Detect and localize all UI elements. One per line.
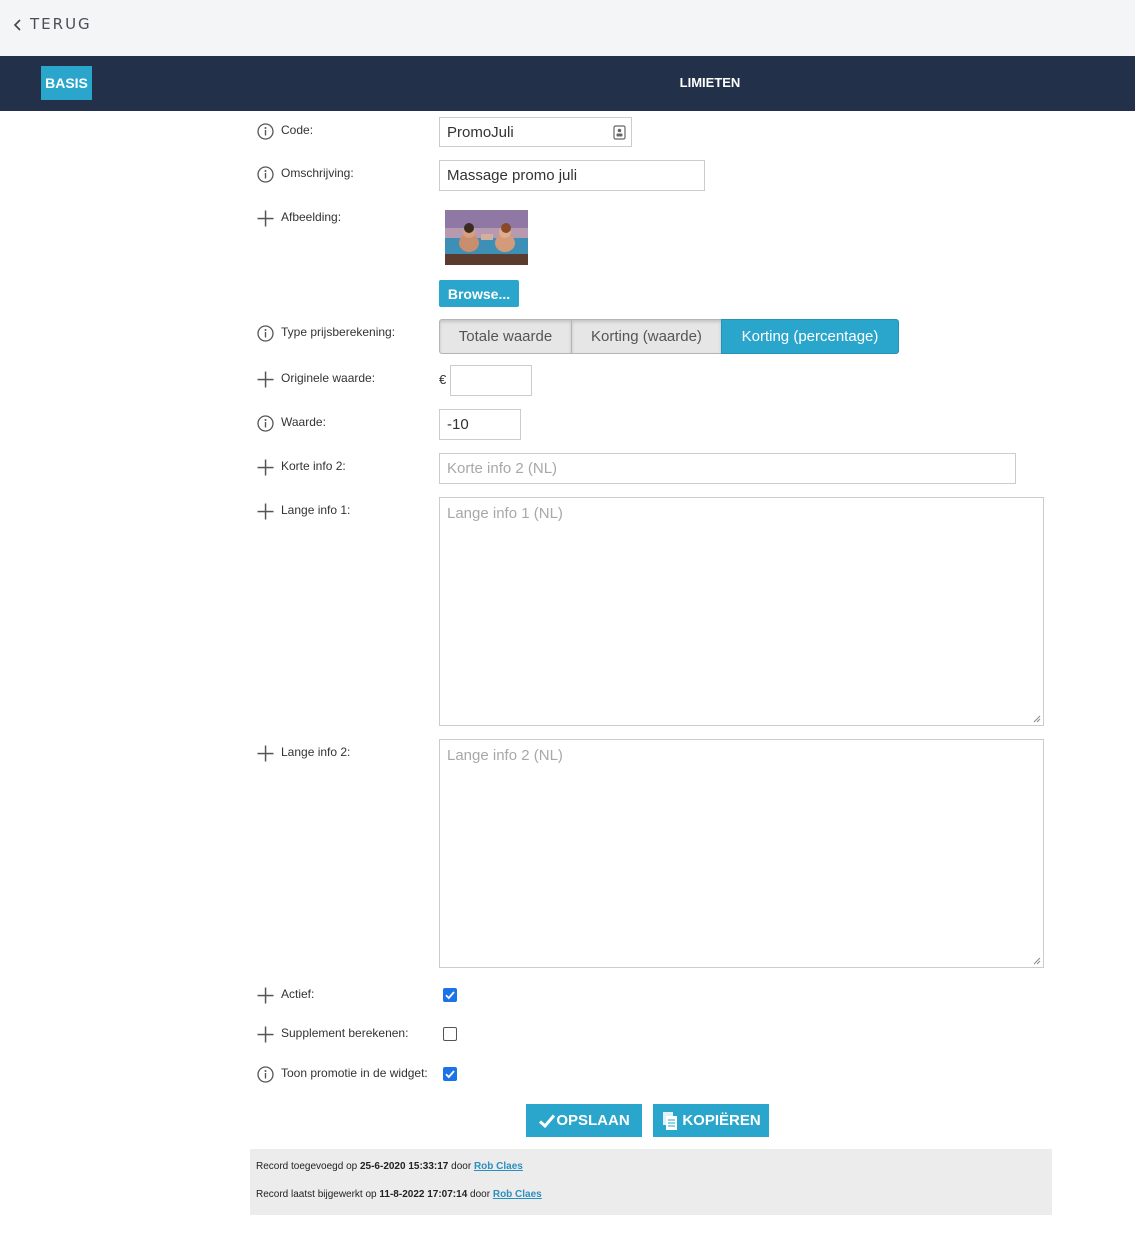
lange-info2-textarea[interactable]: Lange info 2 (NL) (439, 739, 1044, 968)
save-label: OPSLAAN (556, 1112, 630, 1129)
originele-waarde-label: Originele waarde: (281, 371, 376, 385)
actief-label: Actief: (281, 987, 315, 1001)
type-label: Type prijsberekening: (281, 325, 396, 339)
korte-info-placeholder: Korte info 2 (NL) (447, 460, 558, 477)
tab-basis[interactable]: BASIS (41, 66, 92, 100)
info-icon[interactable] (257, 166, 274, 183)
actief-checkbox[interactable] (443, 988, 457, 1002)
tab-bar: BASIS LIMIETEN (0, 56, 1135, 111)
record-info-footer: Record toegevoegd op 25-6-2020 15:33:17 … (250, 1149, 1052, 1215)
resize-handle-icon[interactable] (1033, 715, 1041, 723)
added-prefix: Record toegevoegd op (256, 1161, 358, 1172)
record-added-line: Record toegevoegd op 25-6-2020 15:33:17 … (256, 1161, 523, 1172)
checkmark-icon (445, 991, 455, 1000)
plus-icon[interactable] (257, 459, 274, 476)
lange-info1-placeholder: Lange info 1 (NL) (447, 505, 563, 522)
lange-info1-label: Lange info 1: (281, 503, 351, 517)
copy-document-icon (663, 1111, 678, 1130)
omschrijving-input[interactable]: Massage promo juli (439, 160, 705, 191)
code-input[interactable]: PromoJuli (439, 117, 632, 147)
tab-limieten[interactable]: LIMIETEN (660, 75, 760, 90)
plus-icon[interactable] (257, 987, 274, 1004)
plus-icon[interactable] (257, 1026, 274, 1043)
omschrijving-value: Massage promo juli (447, 167, 578, 184)
lange-info2-label: Lange info 2: (281, 745, 351, 759)
originele-waarde-input[interactable] (450, 365, 532, 396)
info-icon[interactable] (257, 123, 274, 140)
chevron-left-icon (13, 19, 21, 31)
waarde-label: Waarde: (281, 415, 326, 429)
checkmark-icon (445, 1070, 455, 1079)
plus-icon[interactable] (257, 503, 274, 520)
type-option-korting-waarde[interactable]: Korting (waarde) (571, 319, 722, 354)
info-icon[interactable] (257, 1066, 274, 1083)
record-updated-line: Record laatst bijgewerkt op 11-8-2022 17… (256, 1189, 542, 1200)
added-by-word: door (451, 1161, 472, 1172)
type-option-korting-percentage[interactable]: Korting (percentage) (721, 319, 899, 354)
lange-info2-placeholder: Lange info 2 (NL) (447, 747, 563, 764)
plus-icon[interactable] (257, 745, 274, 762)
updated-user-link[interactable]: Rob Claes (493, 1189, 542, 1200)
korte-info-label: Korte info 2: (281, 459, 346, 473)
back-label: TERUG (30, 15, 92, 33)
resize-handle-icon[interactable] (1033, 957, 1041, 965)
info-icon[interactable] (257, 325, 274, 342)
browse-button[interactable]: Browse... (439, 280, 519, 307)
plus-icon[interactable] (257, 371, 274, 388)
waarde-input[interactable]: -10 (439, 409, 521, 440)
korte-info-input[interactable]: Korte info 2 (NL) (439, 453, 1016, 484)
added-date: 25-6-2020 15:33:17 (359, 1161, 449, 1172)
added-user-link[interactable]: Rob Claes (474, 1161, 523, 1172)
code-label: Code: (281, 123, 314, 137)
supplement-label: Supplement berekenen: (281, 1026, 409, 1040)
omschrijving-label: Omschrijving: (281, 166, 354, 180)
updated-date: 11-8-2022 17:07:14 (379, 1189, 468, 1200)
toon-promotie-label: Toon promotie in de widget: (281, 1066, 428, 1080)
copy-button[interactable]: KOPIËREN (653, 1104, 769, 1137)
check-icon (539, 1114, 556, 1128)
lange-info1-textarea[interactable]: Lange info 1 (NL) (439, 497, 1044, 726)
currency-symbol: € (439, 372, 447, 387)
updated-by-word: door (470, 1189, 491, 1200)
updated-prefix: Record laatst bijgewerkt op (256, 1189, 377, 1200)
contact-card-icon[interactable] (613, 125, 626, 140)
waarde-value: -10 (447, 416, 469, 433)
promo-image (445, 210, 528, 265)
plus-icon[interactable] (257, 210, 274, 227)
info-icon[interactable] (257, 415, 274, 432)
copy-label: KOPIËREN (682, 1112, 761, 1129)
type-option-totale-waarde[interactable]: Totale waarde (439, 319, 572, 354)
top-bar: TERUG (0, 0, 1135, 56)
back-link[interactable]: TERUG (12, 14, 92, 34)
afbeelding-label: Afbeelding: (281, 210, 342, 224)
supplement-checkbox[interactable] (443, 1027, 457, 1041)
toon-promotie-checkbox[interactable] (443, 1067, 457, 1081)
code-value: PromoJuli (447, 123, 514, 141)
save-button[interactable]: OPSLAAN (526, 1104, 642, 1137)
